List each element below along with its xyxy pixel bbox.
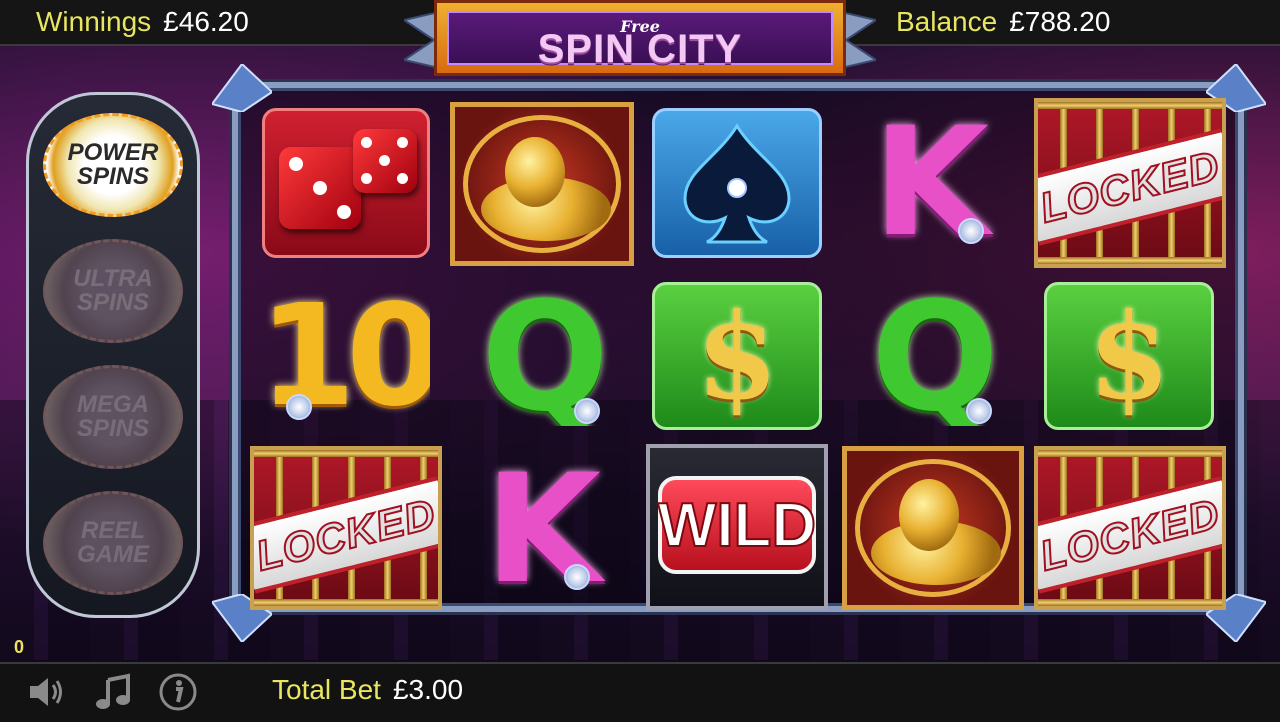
coin-stack-icon [505, 137, 565, 207]
symbol-ten: 10 [262, 286, 430, 426]
symbol-wild: WILD [646, 444, 828, 610]
logo-title-text: SPIN CITY [537, 27, 743, 71]
symbol-queen: Q [470, 290, 620, 426]
feature-label: POWER SPINS [67, 139, 159, 190]
frame-corner-ornament [212, 64, 272, 112]
dollar-glyph: $ [695, 286, 779, 426]
wild-text: WILD [657, 490, 817, 561]
gem-icon [286, 394, 312, 420]
winnings-display: Winnings £46.20 [36, 6, 249, 38]
bottom-bar: Total Bet £3.00 [0, 662, 1280, 722]
total-bet-display: Total Bet £3.00 [272, 674, 463, 706]
die-icon [353, 129, 417, 193]
total-bet-value[interactable]: £3.00 [393, 674, 463, 705]
symbol-dice [262, 108, 430, 258]
music-note-icon[interactable] [94, 672, 134, 712]
symbol-spade [652, 108, 822, 258]
coin-stack-icon [899, 479, 959, 551]
feature-label: ULTRA SPINS [73, 265, 153, 316]
feature-counter: 0 [14, 637, 25, 657]
gem-icon [574, 398, 600, 424]
die-icon [279, 147, 361, 229]
feature-chip-mega-spins[interactable]: MEGA SPINS [43, 365, 183, 469]
feature-chip-reel-game[interactable]: REEL GAME [43, 491, 183, 595]
balance-display: Balance £788.20 [896, 6, 1110, 38]
logo-plate: Free SPIN CITY [434, 0, 846, 76]
gem-icon [958, 218, 984, 244]
symbol-gold-coins [842, 446, 1024, 610]
info-icon[interactable] [158, 672, 198, 712]
symbol-dollar: $ [652, 282, 822, 430]
symbol-gold-coins [450, 102, 634, 266]
logo-inner: Free SPIN CITY [447, 11, 833, 71]
symbol-locked: LOCKED [1034, 446, 1226, 610]
winnings-label: Winnings [36, 6, 152, 37]
dollar-glyph: $ [1087, 286, 1171, 426]
symbol-dollar: $ [1044, 282, 1214, 430]
feature-chip-ultra-spins[interactable]: ULTRA SPINS [43, 239, 183, 343]
speaker-icon[interactable] [26, 672, 66, 712]
spade-icon [683, 123, 791, 244]
wild-plate: WILD [657, 476, 817, 574]
feature-chip-power-spins[interactable]: POWER SPINS [43, 113, 183, 217]
total-bet-label: Total Bet [272, 674, 381, 705]
symbol-locked: LOCKED [1034, 98, 1226, 268]
symbol-locked: LOCKED [250, 446, 442, 610]
gem-icon [564, 564, 590, 590]
winnings-value: £46.20 [163, 6, 249, 37]
symbol-queen: Q [860, 290, 1010, 426]
gem-icon [966, 398, 992, 424]
feature-panel: POWER SPINS ULTRA SPINS MEGA SPINS REEL … [26, 92, 200, 618]
balance-value: £788.20 [1009, 6, 1111, 37]
symbol-king: K [474, 460, 612, 600]
game-logo: Free SPIN CITY [404, 0, 876, 80]
balance-label: Balance [896, 6, 998, 37]
feature-label: REEL GAME [77, 517, 149, 568]
symbol-king: K [862, 104, 1000, 262]
feature-label: MEGA SPINS [76, 391, 150, 442]
